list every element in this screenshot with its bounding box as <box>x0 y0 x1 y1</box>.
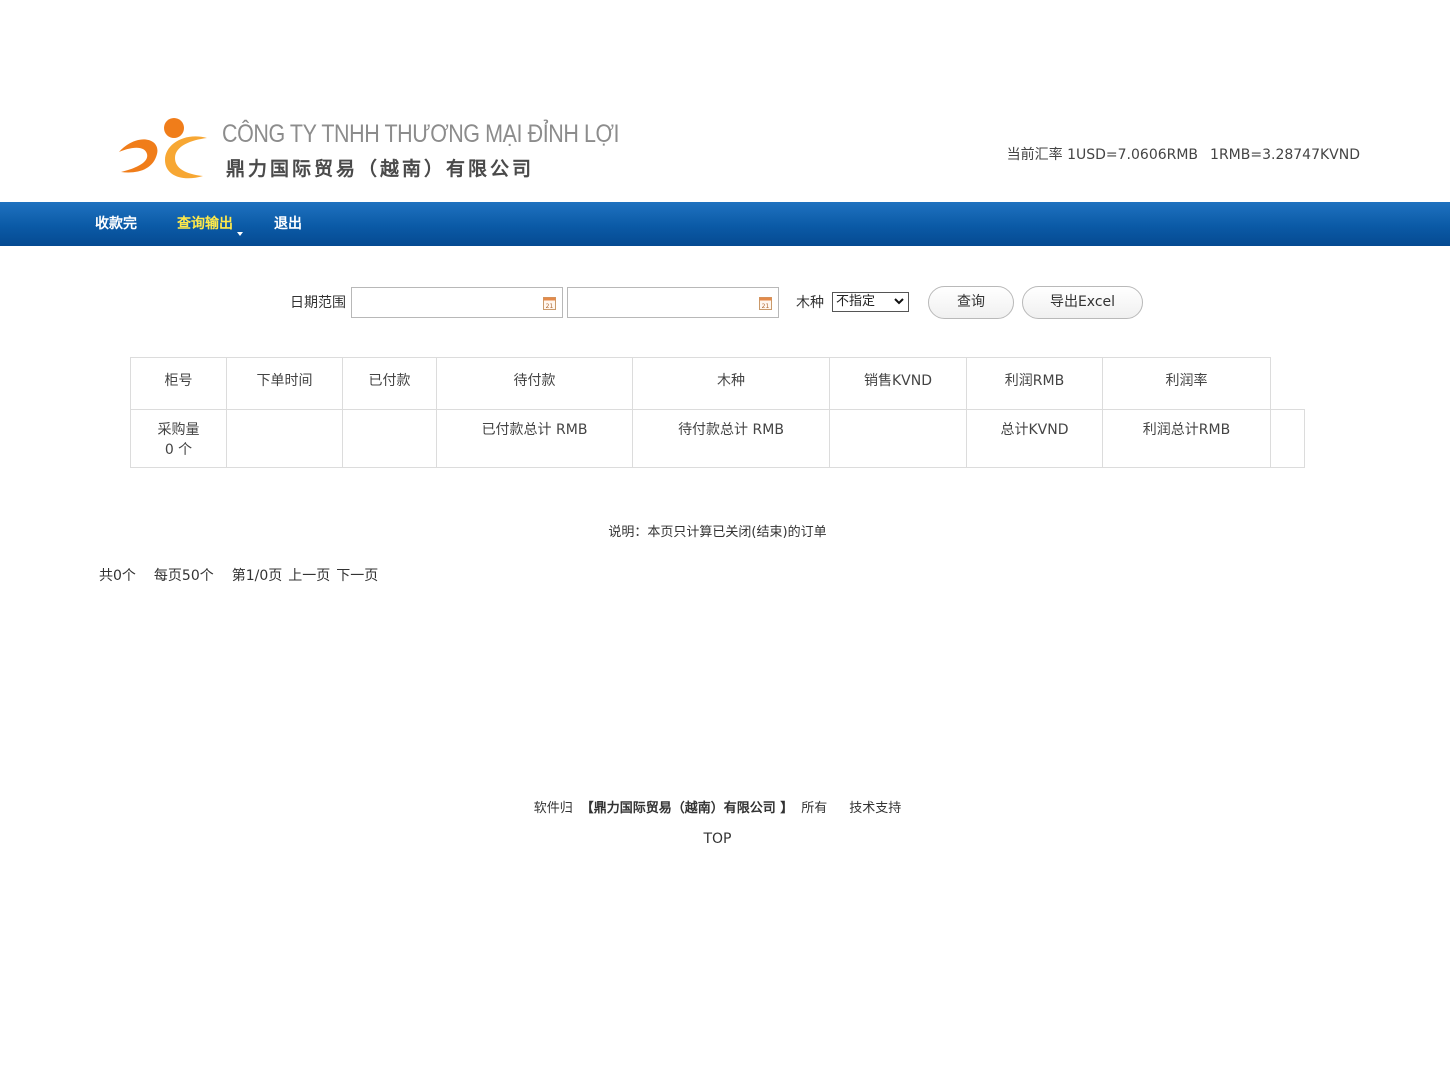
date-from-input[interactable] <box>352 288 532 317</box>
rate-rmb: 1RMB=3.28747KVND <box>1210 147 1360 163</box>
site-footer: 软件归 【鼎力国际贸易（越南）有限公司 】所有 技术支持 <box>0 797 1435 816</box>
back-to-top-link[interactable]: TOP <box>0 831 1435 847</box>
purchase-count-cell: 采购量 0 个 <box>130 409 227 468</box>
column-header: 待付款 <box>436 357 633 410</box>
svg-text:21: 21 <box>762 303 770 310</box>
table-cell <box>226 409 343 468</box>
table-cell <box>1270 357 1305 410</box>
footer-company: 【鼎力国际贸易（越南）有限公司 】 <box>580 801 794 816</box>
column-header: 柜号 <box>130 357 227 410</box>
date-from-field[interactable]: 21 <box>351 287 563 318</box>
next-page-link[interactable]: 下一页 <box>336 568 378 584</box>
nav-item-payment-complete[interactable]: 收款完 <box>95 202 137 246</box>
page-note: 说明：本页只计算已关闭(结束)的订单 <box>608 525 827 540</box>
date-to-field[interactable]: 21 <box>567 287 779 318</box>
footer-suffix: 所有 <box>801 801 828 816</box>
site-header: CÔNG TY TNHH THƯƠNG MẠI ĐỈNH LỢI 鼎力国际贸易（… <box>0 100 1450 202</box>
column-header: 利润RMB <box>966 357 1103 410</box>
total-count: 共0个 <box>99 568 136 584</box>
company-name-cn: 鼎力国际贸易（越南）有限公司 <box>226 158 535 180</box>
nav-item-query-export[interactable]: 查询输出 <box>177 202 243 246</box>
main-nav: 收款完 查询输出 退出 <box>0 202 1450 246</box>
total-kvnd-cell: 总计KVND <box>966 409 1103 468</box>
summary-row: 采购量 0 个 已付款总计 RMB 待付款总计 RMB 总计KVND 利润总计R… <box>130 409 1305 468</box>
wood-type-selected: 不指定 <box>836 294 876 309</box>
table-header-row: 柜号 下单时间 已付款 待付款 木种 销售KVND 利润RMB 利润率 <box>130 357 1305 410</box>
results-table: 柜号 下单时间 已付款 待付款 木种 销售KVND 利润RMB 利润率 采购量 … <box>130 357 1305 468</box>
nav-item-logout[interactable]: 退出 <box>274 202 302 246</box>
purchase-value: 0 个 <box>164 442 193 458</box>
table-cell <box>342 409 437 468</box>
export-excel-button[interactable]: 导出Excel <box>1022 286 1143 319</box>
purchase-label: 采购量 <box>157 422 200 438</box>
column-header: 销售KVND <box>829 357 967 410</box>
pagination: 共0个 每页50个 第1/0页 上一页 下一页 <box>99 565 396 585</box>
prev-page-link[interactable]: 上一页 <box>288 568 330 584</box>
svg-text:21: 21 <box>546 303 554 310</box>
unpaid-total-cell: 待付款总计 RMB <box>632 409 830 468</box>
dropdown-caret-icon <box>237 232 243 236</box>
query-button[interactable]: 查询 <box>928 286 1014 319</box>
calendar-icon[interactable]: 21 <box>759 296 772 310</box>
footer-prefix: 软件归 <box>533 801 573 816</box>
chevron-down-icon <box>894 298 904 305</box>
wood-type-select[interactable]: 不指定 <box>832 292 909 312</box>
exchange-rate: 当前汇率 1USD=7.0606RMB 1RMB=3.28747KVND <box>1007 144 1360 164</box>
table-cell <box>1270 409 1305 468</box>
nav-item-query-export-label: 查询输出 <box>177 216 233 232</box>
company-logo <box>115 108 210 186</box>
per-page: 每页50个 <box>153 568 214 584</box>
wood-type-label: 木种 <box>796 295 824 311</box>
tech-support-link[interactable]: 技术支持 <box>849 801 901 816</box>
paid-total-cell: 已付款总计 RMB <box>436 409 633 468</box>
column-header: 下单时间 <box>226 357 343 410</box>
date-to-input[interactable] <box>568 288 748 317</box>
profit-total-cell: 利润总计RMB <box>1102 409 1271 468</box>
table-cell <box>829 409 967 468</box>
page-indicator: 第1/0页 <box>231 568 283 584</box>
company-name-vn: CÔNG TY TNHH THƯƠNG MẠI ĐỈNH LỢI <box>222 120 620 148</box>
column-header: 木种 <box>632 357 830 410</box>
column-header: 已付款 <box>342 357 437 410</box>
column-header: 利润率 <box>1102 357 1271 410</box>
rate-usd: 当前汇率 1USD=7.0606RMB <box>1006 147 1199 163</box>
date-range-label: 日期范围 <box>290 295 346 311</box>
calendar-icon[interactable]: 21 <box>543 296 556 310</box>
